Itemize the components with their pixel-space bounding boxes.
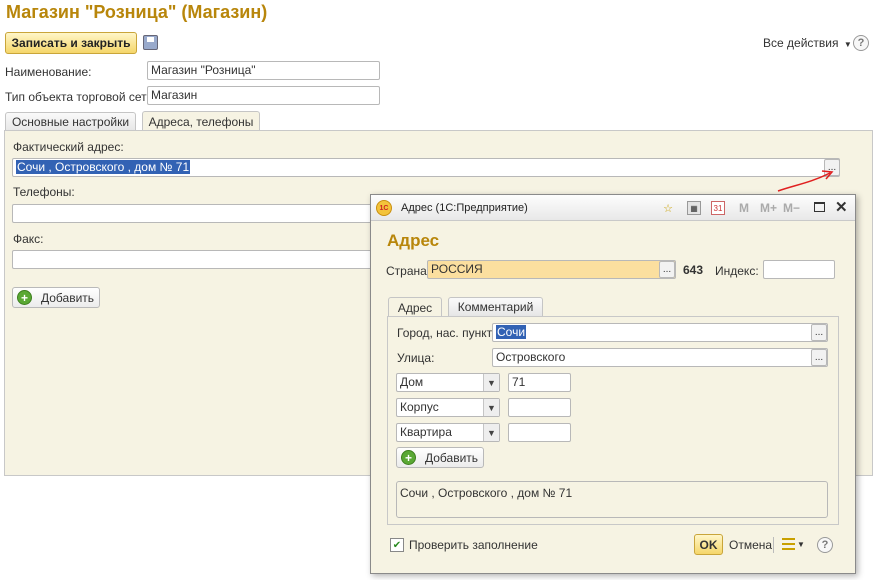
- street-label: Улица:: [397, 351, 435, 365]
- calculator-icon[interactable]: ▦: [687, 201, 701, 215]
- chevron-down-icon: ▼: [483, 399, 499, 416]
- house-number-field[interactable]: 71: [508, 373, 571, 392]
- type-label: Тип объекта торговой сети:: [5, 90, 157, 104]
- city-field[interactable]: Сочи: [492, 323, 828, 342]
- check-filling-link[interactable]: ✔ Проверить заполнение: [390, 538, 538, 552]
- check-filling-label: Проверить заполнение: [409, 538, 538, 552]
- phones-label: Телефоны:: [13, 185, 75, 199]
- ok-button[interactable]: OK: [694, 534, 723, 555]
- apartment-type-value: Квартира: [400, 425, 452, 439]
- add-address-part-button[interactable]: + Добавить: [396, 447, 484, 468]
- separator: [773, 537, 774, 553]
- fax-field[interactable]: [12, 250, 372, 269]
- building-type-select[interactable]: Корпус ▼: [396, 398, 500, 417]
- tab-main-settings[interactable]: Основные настройки: [5, 112, 136, 131]
- add-address-part-label: Добавить: [425, 450, 479, 465]
- save-icon[interactable]: [143, 35, 158, 50]
- close-icon[interactable]: ✕: [835, 198, 848, 216]
- all-actions-label: Все действия: [763, 36, 839, 50]
- city-label: Город, нас. пункт:: [397, 326, 496, 340]
- checklist-icon: ✔: [390, 538, 404, 552]
- all-actions-menu[interactable]: Все действия ▼: [763, 36, 852, 50]
- apartment-type-select[interactable]: Квартира ▼: [396, 423, 500, 442]
- favorites-star-icon[interactable]: ☆: [661, 201, 675, 215]
- country-label: Страна:: [386, 264, 431, 278]
- house-type-select[interactable]: Дом ▼: [396, 373, 500, 392]
- type-field[interactable]: Магазин: [147, 86, 380, 105]
- country-field[interactable]: РОССИЯ: [427, 260, 676, 279]
- help-icon[interactable]: ?: [853, 35, 869, 51]
- actual-address-field[interactable]: Сочи , Островского , дом № 71: [12, 158, 840, 177]
- house-type-value: Дом: [400, 375, 424, 389]
- dialog-tab-address[interactable]: Адрес: [388, 297, 442, 317]
- dropdown-arrow-icon: ▼: [797, 539, 805, 549]
- building-number-field[interactable]: [508, 398, 571, 417]
- city-select-button[interactable]: ...: [811, 324, 827, 341]
- name-field[interactable]: Магазин "Розница": [147, 61, 380, 80]
- memory-plus-button[interactable]: M+: [760, 201, 777, 215]
- phones-field[interactable]: [12, 204, 372, 223]
- chevron-down-icon: ▼: [483, 424, 499, 441]
- plus-icon: +: [401, 450, 416, 465]
- calendar-icon[interactable]: 31: [711, 201, 725, 215]
- memory-m-button[interactable]: M: [739, 201, 749, 215]
- list-icon: [782, 538, 795, 550]
- city-value: Сочи: [496, 325, 527, 339]
- dialog-heading: Адрес: [387, 231, 440, 250]
- dropdown-arrow-icon: ▼: [843, 40, 852, 49]
- plus-icon: +: [17, 290, 32, 305]
- save-and-close-button[interactable]: Записать и закрыть: [5, 32, 137, 54]
- dialog-window-title: Адрес (1С:Предприятие): [401, 202, 528, 214]
- cancel-button[interactable]: Отмена: [729, 538, 772, 552]
- index-field[interactable]: [763, 260, 835, 279]
- tab-addresses-phones[interactable]: Адреса, телефоны: [142, 111, 260, 131]
- building-type-value: Корпус: [400, 400, 439, 414]
- full-address-preview: Сочи , Островского , дом № 71: [396, 481, 828, 518]
- app-logo-icon: 1С: [376, 200, 392, 216]
- more-actions-menu[interactable]: ▼: [782, 538, 805, 550]
- memory-minus-button[interactable]: M−: [783, 201, 800, 215]
- street-field[interactable]: Островского: [492, 348, 828, 367]
- add-contact-label: Добавить: [41, 290, 95, 305]
- name-label: Наименование:: [5, 65, 92, 79]
- maximize-icon[interactable]: [814, 202, 825, 212]
- street-select-button[interactable]: ...: [811, 349, 827, 366]
- apartment-number-field[interactable]: [508, 423, 571, 442]
- fax-label: Факс:: [13, 232, 44, 246]
- chevron-down-icon: ▼: [483, 374, 499, 391]
- annotation-arrow-icon: [777, 170, 834, 192]
- country-select-button[interactable]: ...: [659, 261, 675, 278]
- country-code: 643: [683, 263, 704, 277]
- actual-address-value: Сочи , Островского , дом № 71: [16, 160, 191, 174]
- page-title: Магазин "Розница" (Магазин): [6, 2, 268, 22]
- address-dialog: 1С Адрес (1С:Предприятие) ☆ ▦ 31 M M+ M−…: [370, 194, 856, 574]
- dialog-help-icon[interactable]: ?: [817, 537, 833, 553]
- index-label: Индекс:: [715, 264, 759, 278]
- add-contact-button[interactable]: + Добавить: [12, 287, 100, 308]
- actual-address-label: Фактический адрес:: [13, 140, 124, 154]
- dialog-tab-comment[interactable]: Комментарий: [448, 297, 543, 316]
